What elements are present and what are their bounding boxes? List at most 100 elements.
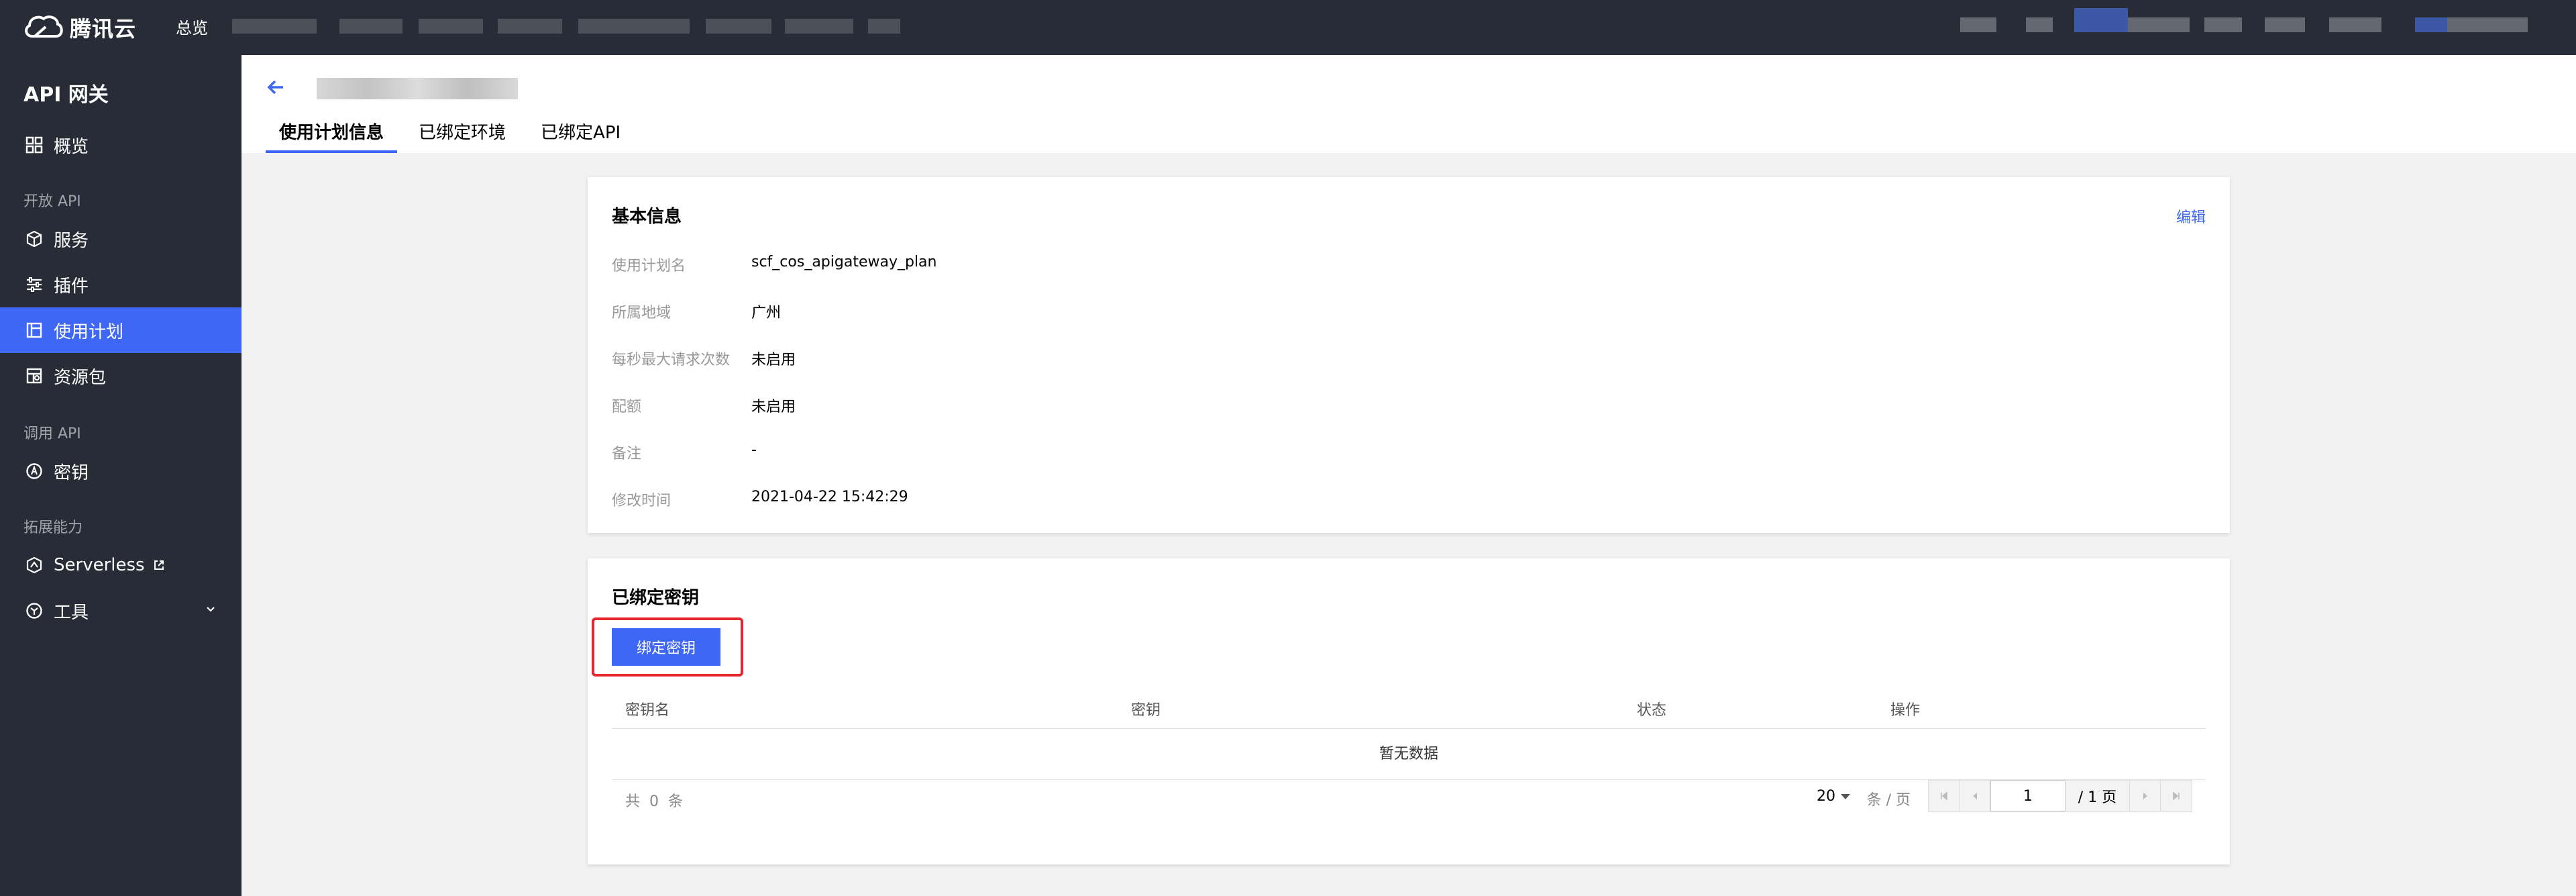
page-header: 使用计划信息 已绑定环境 已绑定API bbox=[241, 55, 2576, 153]
info-key: 配额 bbox=[612, 399, 642, 415]
cube-icon bbox=[25, 230, 43, 248]
info-value: 广州 bbox=[751, 305, 782, 321]
card-title: 已绑定密钥 bbox=[612, 588, 700, 608]
blurred-nav-item[interactable] bbox=[578, 19, 690, 34]
top-navbar: 腾讯云 总览 bbox=[0, 0, 2576, 55]
sidebar-item-label: 工具 bbox=[54, 602, 89, 623]
column-header-key: 密钥 bbox=[1131, 702, 1161, 719]
pagination: / 1 页 bbox=[1928, 780, 2192, 812]
blurred-user-account[interactable] bbox=[2447, 17, 2528, 32]
sidebar-item-service[interactable]: 服务 bbox=[0, 216, 241, 262]
table-header: 密钥名 密钥 状态 操作 bbox=[612, 685, 2206, 729]
prev-page-icon[interactable] bbox=[1960, 781, 1990, 811]
info-row-remark: 备注 - bbox=[612, 442, 757, 462]
info-value: 未启用 bbox=[751, 399, 796, 415]
next-page-icon[interactable] bbox=[2130, 781, 2161, 811]
column-header-status: 状态 bbox=[1637, 702, 1667, 719]
sidebar-title: API 网关 bbox=[23, 83, 109, 107]
blurred-user-account[interactable] bbox=[2415, 17, 2447, 32]
blurred-right-item[interactable] bbox=[2074, 8, 2128, 32]
bound-keys-table: 密钥名 密钥 状态 操作 暂无数据 bbox=[612, 685, 2206, 780]
sidebar-item-label: 资源包 bbox=[54, 367, 107, 388]
sidebar-item-label: 使用计划 bbox=[54, 321, 124, 342]
bound-keys-card: 已绑定密钥 绑定密钥 密钥名 密钥 状态 操作 暂无数据 共 0 条 20 条 … bbox=[588, 558, 2230, 864]
blurred-right-item[interactable] bbox=[1960, 17, 1996, 32]
sidebar-item-plugin[interactable]: 插件 bbox=[0, 262, 241, 307]
page-size-value: 20 bbox=[1817, 788, 1835, 805]
page-size-select[interactable]: 20 bbox=[1817, 788, 1850, 805]
blurred-right-item[interactable] bbox=[2265, 17, 2305, 32]
blurred-nav-item[interactable] bbox=[706, 19, 771, 34]
back-arrow-icon[interactable] bbox=[263, 74, 290, 101]
info-key: 所属地域 bbox=[612, 305, 672, 321]
first-page-icon[interactable] bbox=[1929, 781, 1960, 811]
blurred-right-item[interactable] bbox=[2329, 17, 2381, 32]
info-row-region: 所属地域 广州 bbox=[612, 301, 781, 321]
blurred-nav-item[interactable] bbox=[498, 19, 562, 34]
last-page-icon[interactable] bbox=[2161, 781, 2192, 811]
blurred-nav-item[interactable] bbox=[868, 19, 900, 34]
sliders-icon bbox=[25, 276, 43, 293]
blurred-nav-item[interactable] bbox=[232, 19, 317, 34]
blurred-right-item[interactable] bbox=[2026, 17, 2053, 32]
blurred-right-item[interactable] bbox=[2128, 17, 2190, 32]
edit-link[interactable]: 编辑 bbox=[2176, 205, 2206, 227]
tab-bound-apis[interactable]: 已绑定API bbox=[527, 119, 634, 153]
basic-info-card: 基本信息 编辑 使用计划名 scf_cos_apigateway_plan 所属… bbox=[588, 177, 2230, 533]
sidebar-item-overview[interactable]: 概览 bbox=[0, 122, 241, 168]
info-key: 使用计划名 bbox=[612, 258, 686, 275]
cloud-logo-icon bbox=[25, 15, 63, 38]
tab-bar: 使用计划信息 已绑定环境 已绑定API bbox=[266, 119, 642, 153]
blurred-nav-item[interactable] bbox=[419, 19, 483, 34]
section-open-api: 开放 API bbox=[23, 193, 81, 210]
sidebar-item-tools[interactable]: 工具 bbox=[0, 588, 241, 634]
info-value: scf_cos_apigateway_plan bbox=[751, 254, 937, 270]
info-row-max-rps: 每秒最大请求次数 未启用 bbox=[612, 348, 796, 368]
info-row-modified-time: 修改时间 2021-04-22 15:42:29 bbox=[612, 489, 908, 509]
tools-icon bbox=[25, 602, 43, 619]
tab-bound-environments[interactable]: 已绑定环境 bbox=[405, 119, 519, 153]
page-number-input[interactable] bbox=[1990, 781, 2065, 811]
nav-overview-link[interactable]: 总览 bbox=[176, 15, 208, 38]
key-icon bbox=[25, 462, 43, 480]
brand-name: 腾讯云 bbox=[70, 16, 137, 42]
info-value: 2021-04-22 15:42:29 bbox=[751, 489, 908, 505]
sidebar-item-label: 概览 bbox=[54, 136, 89, 157]
sidebar-item-serverless[interactable]: Serverless bbox=[0, 542, 241, 588]
caret-down-icon bbox=[1841, 793, 1850, 799]
sidebar-item-label: 服务 bbox=[54, 230, 89, 251]
tencent-cloud-logo[interactable]: 腾讯云 bbox=[23, 11, 136, 44]
tab-usage-plan-info[interactable]: 使用计划信息 bbox=[266, 119, 398, 153]
sidebar-item-key[interactable]: 密钥 bbox=[0, 448, 241, 494]
external-link-icon bbox=[154, 560, 164, 570]
blurred-page-title bbox=[317, 78, 518, 99]
blurred-nav-item[interactable] bbox=[785, 19, 853, 34]
card-title: 基本信息 bbox=[612, 207, 682, 227]
info-value: 未启用 bbox=[751, 352, 796, 368]
empty-state: 暂无数据 bbox=[612, 729, 2206, 780]
sidebar-item-resource-package[interactable]: 资源包 bbox=[0, 353, 241, 399]
sidebar-item-label: Serverless bbox=[54, 555, 145, 575]
sidebar-item-usage-plan[interactable]: 使用计划 bbox=[0, 307, 241, 353]
info-key: 修改时间 bbox=[612, 493, 672, 509]
blurred-nav-item[interactable] bbox=[339, 19, 402, 34]
section-extensions: 拓展能力 bbox=[23, 519, 83, 536]
page-total: / 1 页 bbox=[2065, 781, 2130, 811]
column-header-key-name: 密钥名 bbox=[625, 702, 670, 719]
info-value: - bbox=[751, 442, 757, 458]
chevron-down-icon bbox=[207, 607, 215, 612]
serverless-icon bbox=[25, 556, 43, 574]
info-key: 每秒最大请求次数 bbox=[612, 352, 731, 368]
column-header-actions: 操作 bbox=[1890, 702, 1921, 719]
sidebar-item-label: 密钥 bbox=[54, 462, 89, 483]
blurred-right-item[interactable] bbox=[2204, 17, 2242, 32]
dashboard-icon bbox=[25, 136, 43, 154]
bind-key-button[interactable]: 绑定密钥 bbox=[612, 628, 720, 666]
section-call-api: 调用 API bbox=[23, 426, 81, 442]
total-count: 共 0 条 bbox=[625, 793, 683, 810]
package-icon bbox=[25, 367, 43, 385]
info-row-plan-name: 使用计划名 scf_cos_apigateway_plan bbox=[612, 254, 937, 275]
table-footer: 共 0 条 20 条 / 页 / 1 页 bbox=[612, 780, 2206, 815]
info-row-quota: 配额 未启用 bbox=[612, 395, 796, 415]
plan-icon bbox=[25, 321, 43, 339]
